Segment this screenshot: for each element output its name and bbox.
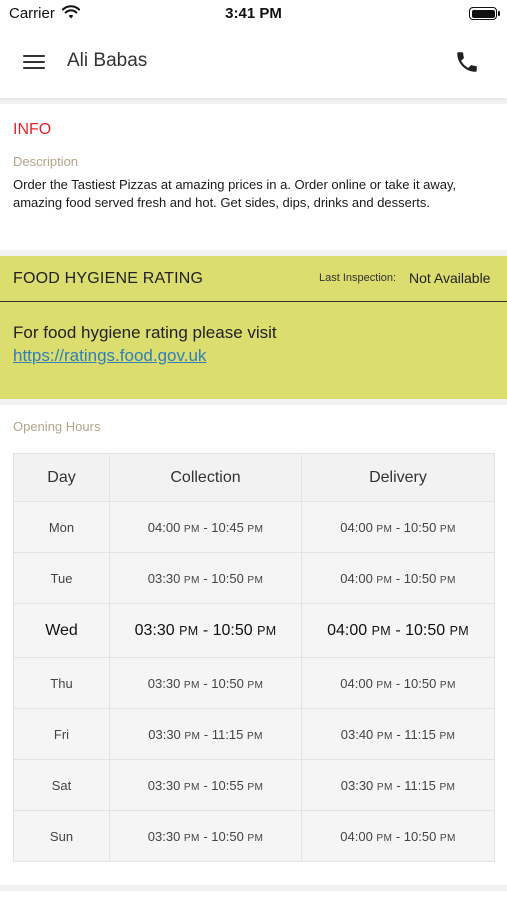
- collection-hours-cell: 03:30 PM - 11:15 PM: [109, 708, 302, 760]
- delivery-hours-cell: 04:00 PM - 10:50 PM: [301, 810, 495, 862]
- battery-icon: [469, 7, 500, 20]
- delivery-hours-cell: 04:00 PM - 10:50 PM: [301, 501, 495, 553]
- opening-hours-label: Opening Hours: [13, 419, 101, 434]
- collection-hours-cell: 03:30 PM - 10:50 PM: [109, 603, 302, 658]
- description-label: Description: [13, 154, 79, 169]
- collection-hours-cell: 03:30 PM - 10:50 PM: [109, 552, 302, 604]
- table-row: Thu 03:30 PM - 10:50 PM 04:00 PM - 10:50 P…: [13, 657, 495, 709]
- delivery-hours-cell: 04:00 PM - 10:50 PM: [301, 657, 495, 709]
- info-section: INFO Description Order the Tastiest Pizz…: [0, 104, 507, 250]
- page-title: Ali Babas: [67, 50, 148, 71]
- header-collection: Collection: [109, 453, 302, 502]
- food-hygiene-title: FOOD HYGIENE RATING: [13, 270, 204, 287]
- info-heading: INFO: [13, 121, 52, 138]
- day-cell: Fri: [13, 708, 110, 760]
- table-row: Mon 04:00 PM - 10:45 PM 04:00 PM - 10:50 P…: [13, 501, 495, 553]
- nav-bar: Ali Babas: [0, 28, 507, 98]
- table-row: Sun 03:30 PM - 10:50 PM 04:00 PM - 10:50 P…: [13, 810, 495, 862]
- collection-hours-cell: 03:30 PM - 10:50 PM: [109, 657, 302, 709]
- day-cell: Sat: [13, 759, 110, 811]
- collection-hours-cell: 03:30 PM - 10:50 PM: [109, 810, 302, 862]
- food-hygiene-text: For food hygiene rating please visit: [13, 323, 277, 342]
- next-section-edge: [0, 891, 507, 900]
- opening-hours-table: Day Collection Delivery Mon 04:00 PM - 10…: [13, 453, 495, 862]
- delivery-hours-cell: 04:00 PM - 10:50 PM: [301, 603, 495, 658]
- collection-hours-cell: 03:30 PM - 10:55 PM: [109, 759, 302, 811]
- description-text: Order the Tastiest Pizzas at amazing pri…: [13, 177, 457, 210]
- table-row: Sat 03:30 PM - 10:55 PM 03:30 PM - 11:15 P…: [13, 759, 495, 811]
- opening-hours-section: Opening Hours Day Collection Delivery Mo…: [0, 405, 507, 885]
- last-inspection-label: Last Inspection:: [319, 272, 397, 284]
- header-day: Day: [13, 453, 110, 502]
- divider: [0, 301, 507, 302]
- delivery-hours-cell: 03:40 PM - 11:15 PM: [301, 708, 495, 760]
- day-cell: Sun: [13, 810, 110, 862]
- phone-icon[interactable]: [454, 49, 480, 75]
- table-row: Fri 03:30 PM - 11:15 PM 03:40 PM - 11:15 P…: [13, 708, 495, 760]
- hamburger-menu-icon[interactable]: [23, 53, 45, 71]
- food-hygiene-link[interactable]: https://ratings.food.gov.uk: [13, 346, 206, 366]
- delivery-hours-cell: 04:00 PM - 10:50 PM: [301, 552, 495, 604]
- day-cell: Wed: [13, 603, 110, 658]
- status-bar: Carrier 3:41 PM: [0, 0, 507, 28]
- last-inspection-value: Not Available: [409, 270, 491, 286]
- day-cell: Mon: [13, 501, 110, 553]
- collection-hours-cell: 04:00 PM - 10:45 PM: [109, 501, 302, 553]
- day-cell: Thu: [13, 657, 110, 709]
- table-header-row: Day Collection Delivery: [13, 453, 495, 502]
- food-hygiene-section: FOOD HYGIENE RATING Last Inspection: Not…: [0, 256, 507, 399]
- delivery-hours-cell: 03:30 PM - 11:15 PM: [301, 759, 495, 811]
- day-cell: Tue: [13, 552, 110, 604]
- header-delivery: Delivery: [301, 453, 495, 502]
- clock: 3:41 PM: [225, 5, 282, 22]
- table-row: Tue 03:30 PM - 10:50 PM 04:00 PM - 10:50 P…: [13, 552, 495, 604]
- table-row: Wed 03:30 PM - 10:50 PM 04:00 PM - 10:50 P…: [13, 603, 495, 658]
